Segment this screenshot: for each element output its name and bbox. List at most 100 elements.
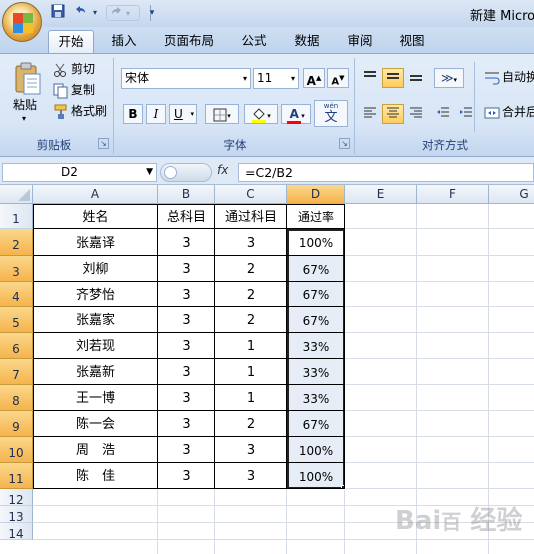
row-header-12[interactable]: 12	[0, 489, 33, 507]
formula-bar-expander[interactable]	[160, 163, 212, 182]
font-name-select[interactable]: 宋体 ▾	[121, 68, 251, 89]
font-launcher-icon[interactable]: ↘	[339, 138, 350, 149]
table-cell[interactable]: 3	[158, 333, 215, 359]
row-header-6[interactable]: 6	[0, 333, 33, 359]
table-cell[interactable]: 33%	[287, 333, 345, 359]
shrink-font-button[interactable]: A▼	[327, 68, 349, 88]
bold-button[interactable]: B	[123, 104, 143, 124]
column-header-f[interactable]: F	[417, 185, 489, 204]
table-cell[interactable]: 陈一会	[33, 411, 158, 437]
table-cell[interactable]: 刘若现	[33, 333, 158, 359]
tab-data[interactable]: 数据	[285, 30, 329, 53]
header-cell[interactable]: 姓名	[33, 204, 158, 229]
table-cell[interactable]: 100%	[287, 229, 345, 256]
grow-font-button[interactable]: A▲	[303, 68, 325, 88]
table-cell[interactable]: 1	[215, 333, 287, 359]
table-cell[interactable]: 3	[158, 307, 215, 333]
format-painter-button[interactable]: 格式刷	[53, 102, 107, 122]
table-cell[interactable]: 张嘉家	[33, 307, 158, 333]
table-cell[interactable]: 陈 佳	[33, 463, 158, 489]
table-cell[interactable]: 33%	[287, 385, 345, 411]
table-cell[interactable]: 67%	[287, 307, 345, 333]
customize-qat-icon[interactable]: ▾	[147, 4, 157, 22]
borders-button[interactable]: ▾	[205, 104, 239, 124]
tab-view[interactable]: 视图	[390, 30, 434, 53]
table-cell[interactable]: 3	[158, 359, 215, 385]
table-cell[interactable]: 2	[215, 282, 287, 307]
tab-page-layout[interactable]: 页面布局	[157, 30, 221, 53]
row-header-4[interactable]: 4	[0, 282, 33, 307]
row-header-11[interactable]: 11	[0, 463, 33, 489]
align-left-button[interactable]	[359, 104, 381, 124]
font-color-button[interactable]: A ▾	[281, 104, 311, 124]
table-cell[interactable]: 100%	[287, 437, 345, 463]
row-header-1[interactable]: 1	[0, 204, 33, 229]
table-cell[interactable]: 3	[158, 385, 215, 411]
table-cell[interactable]: 67%	[287, 256, 345, 282]
row-header-13[interactable]: 13	[0, 506, 33, 524]
fill-color-button[interactable]: ▾	[244, 104, 278, 124]
table-cell[interactable]: 3	[158, 437, 215, 463]
row-header-5[interactable]: 5	[0, 307, 33, 333]
clipboard-launcher-icon[interactable]: ↘	[98, 138, 109, 149]
table-cell[interactable]: 3	[158, 229, 215, 256]
row-header-14[interactable]: 14	[0, 523, 33, 541]
table-cell[interactable]: 3	[215, 229, 287, 256]
row-header-7[interactable]: 7	[0, 359, 33, 385]
table-cell[interactable]: 3	[158, 282, 215, 307]
table-cell[interactable]: 33%	[287, 359, 345, 385]
select-all-corner[interactable]	[0, 185, 33, 204]
table-cell[interactable]: 张嘉译	[33, 229, 158, 256]
merge-center-button[interactable]: 合并后	[484, 103, 534, 123]
paste-dropdown-icon[interactable]: ▾	[22, 114, 26, 123]
header-cell[interactable]: 通过科目	[215, 204, 287, 229]
table-cell[interactable]: 3	[158, 463, 215, 489]
table-cell[interactable]: 周 浩	[33, 437, 158, 463]
column-header-e[interactable]: E	[345, 185, 417, 204]
chevron-down-icon[interactable]: ▾	[90, 4, 100, 22]
align-middle-button[interactable]	[382, 68, 404, 88]
header-cell[interactable]: 总科目	[158, 204, 215, 229]
table-cell[interactable]: 2	[215, 307, 287, 333]
paste-button[interactable]: 粘贴	[13, 96, 37, 116]
row-header-2[interactable]: 2	[0, 229, 33, 256]
column-header-b[interactable]: B	[158, 185, 215, 204]
table-cell[interactable]: 100%	[287, 463, 345, 489]
column-header-c[interactable]: C	[215, 185, 287, 204]
formula-input[interactable]: =C2/B2	[238, 163, 534, 182]
table-cell[interactable]: 3	[215, 437, 287, 463]
redo-icon[interactable]: ▾	[106, 5, 140, 21]
italic-button[interactable]: I	[146, 104, 166, 124]
tab-formulas[interactable]: 公式	[232, 30, 276, 53]
increase-indent-button[interactable]	[455, 104, 477, 124]
header-cell[interactable]: 通过率	[287, 204, 345, 229]
tab-review[interactable]: 审阅	[338, 30, 382, 53]
save-icon[interactable]	[50, 4, 66, 22]
row-header-10[interactable]: 10	[0, 437, 33, 463]
align-right-button[interactable]	[405, 104, 427, 124]
table-cell[interactable]: 1	[215, 385, 287, 411]
table-cell[interactable]: 2	[215, 256, 287, 282]
office-button[interactable]	[2, 2, 42, 42]
tab-home[interactable]: 开始	[48, 30, 94, 53]
table-cell[interactable]: 3	[215, 463, 287, 489]
cut-button[interactable]: 剪切	[53, 60, 95, 80]
underline-button[interactable]: U ▾	[169, 104, 197, 124]
name-box[interactable]: D2 ▼	[2, 163, 157, 182]
table-cell[interactable]: 67%	[287, 411, 345, 437]
wrap-text-button[interactable]: 自动换	[484, 68, 534, 88]
table-cell[interactable]: 3	[158, 411, 215, 437]
row-header-9[interactable]: 9	[0, 411, 33, 437]
orientation-button[interactable]: ≫▾	[434, 68, 464, 88]
table-cell[interactable]: 2	[215, 411, 287, 437]
fx-icon[interactable]: fx	[217, 163, 228, 177]
copy-button[interactable]: 复制	[53, 81, 95, 101]
table-cell[interactable]: 刘柳	[33, 256, 158, 282]
align-bottom-button[interactable]	[405, 68, 427, 88]
table-cell[interactable]: 67%	[287, 282, 345, 307]
table-cell[interactable]: 3	[158, 256, 215, 282]
phonetic-button[interactable]: wén 文	[314, 100, 348, 127]
font-size-select[interactable]: 11 ▾	[253, 68, 299, 89]
table-cell[interactable]: 齐梦怡	[33, 282, 158, 307]
undo-icon[interactable]	[72, 4, 88, 22]
